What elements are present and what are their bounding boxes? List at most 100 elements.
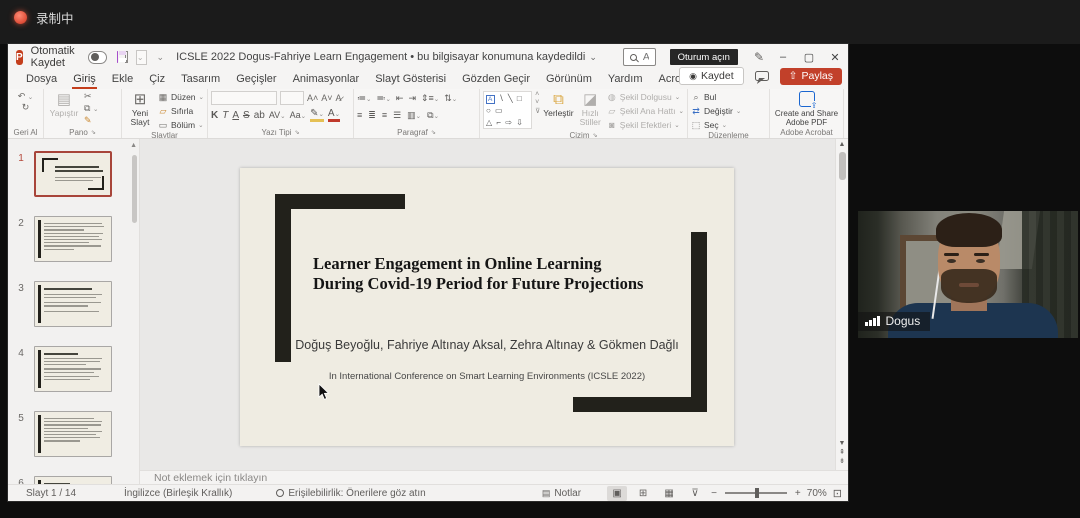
section-button[interactable]: ▭Bölüm ⌄ xyxy=(158,119,204,131)
ink-pen-icon[interactable]: ✎ xyxy=(754,50,764,64)
record-button[interactable]: ◉ Kaydet xyxy=(679,67,744,85)
line-spacing-icon[interactable]: ⇕≡⌄ xyxy=(421,93,439,104)
quick-access-customize-icon[interactable]: ⌄ xyxy=(157,52,165,63)
tab-animasyonlar[interactable]: Animasyonlar xyxy=(285,73,368,89)
tab-tasarim[interactable]: Tasarım xyxy=(173,73,228,89)
change-case-button[interactable]: Aa⌄ xyxy=(290,110,306,120)
slide-authors[interactable]: Doğuş Beyoğlu, Fahriye Altınay Aksal, Ze… xyxy=(240,338,734,352)
slide-thumbnail-3[interactable] xyxy=(34,281,112,327)
shape-effects-button[interactable]: ◙Şekil Efektleri ⌄ xyxy=(607,119,684,131)
new-slide-button[interactable]: ⊞ Yeni Slayt xyxy=(125,91,155,128)
tab-gecisler[interactable]: Geçişler xyxy=(228,73,284,89)
font-name-combo[interactable] xyxy=(211,91,277,105)
slide-thumbnail-4[interactable] xyxy=(34,346,112,392)
slide-title[interactable]: Learner Engagement in Online Learning Du… xyxy=(313,254,643,294)
tab-gozden-gecir[interactable]: Gözden Geçir xyxy=(454,73,538,89)
zoom-out-icon[interactable]: − xyxy=(711,488,717,499)
slide-thumbnail-1[interactable] xyxy=(34,151,112,197)
thumbnail-row-3[interactable]: 3 xyxy=(8,281,112,327)
zoom-level[interactable]: 70% xyxy=(807,488,827,499)
layout-button[interactable]: ▦Düzen ⌄ xyxy=(158,91,204,103)
font-dialog-launcher-icon[interactable]: ⇘ xyxy=(295,129,300,136)
acrobat-button[interactable]: Create and Share Adobe PDF xyxy=(773,109,840,127)
char-spacing-button[interactable]: AV⌄ xyxy=(269,110,286,120)
reading-view-button[interactable]: ▦ xyxy=(659,486,679,501)
autosave-control[interactable]: Otomatik Kaydet xyxy=(31,45,107,69)
slide-thumbnail-5[interactable] xyxy=(34,411,112,457)
slide-scrollbar[interactable]: ▲ ▼ ⇞ ⇟ xyxy=(835,139,848,470)
shapes-up-icon[interactable]: ˄ xyxy=(535,91,540,98)
align-left-icon[interactable]: ≡ xyxy=(357,110,362,120)
quick-styles-button[interactable]: ◪ Hızlı Stiller xyxy=(577,91,604,128)
thumbnail-row-4[interactable]: 4 xyxy=(8,346,112,392)
smartart-icon[interactable]: ⧉⌄ xyxy=(427,110,439,121)
notes-placeholder[interactable]: Not eklemek için tıklayın xyxy=(154,472,267,484)
search-input[interactable] xyxy=(643,51,649,63)
columns-icon[interactable]: ▥⌄ xyxy=(407,110,421,121)
shapes-more-icon[interactable]: ⊽ xyxy=(535,107,540,115)
thumbnail-row-5[interactable]: 5 xyxy=(8,411,112,457)
clipboard-dialog-launcher-icon[interactable]: ⇘ xyxy=(91,129,96,136)
paragraph-dialog-launcher-icon[interactable]: ⇘ xyxy=(431,129,436,136)
maximize-button[interactable]: ▢ xyxy=(796,45,822,69)
scrollbar-thumb[interactable] xyxy=(839,152,846,180)
shape-fill-button[interactable]: ◍Şekil Dolgusu ⌄ xyxy=(607,91,684,103)
notes-pane[interactable]: Not eklemek için tıklayın xyxy=(140,470,848,484)
shapes-gallery[interactable]: A ∖ ╲ □ ○ ▭△ ⌐ ⇨ ⇩ ⇧∿ ⌇ { } ☆ xyxy=(483,91,532,129)
shapes-down-icon[interactable]: ˅ xyxy=(535,99,540,106)
slide-canvas[interactable]: Learner Engagement in Online Learning Du… xyxy=(240,168,734,446)
thumbnail-row-6[interactable]: 6 xyxy=(8,476,112,484)
quick-access-combo[interactable]: ⌄ xyxy=(136,50,147,65)
font-color-button[interactable]: A⌄ xyxy=(328,108,340,122)
share-button[interactable]: ⇧ Paylaş xyxy=(780,68,842,85)
slide-editing-area[interactable]: Learner Engagement in Online Learning Du… xyxy=(140,139,848,470)
find-button[interactable]: ⌕Bul xyxy=(691,91,716,103)
strikethrough-button[interactable]: S xyxy=(243,110,250,121)
numbering-icon[interactable]: ≕⌄ xyxy=(376,93,390,104)
drawing-dialog-launcher-icon[interactable]: ⇘ xyxy=(592,132,597,139)
grow-font-icon[interactable]: A˄ xyxy=(307,93,318,104)
slide-thumbnail-2[interactable] xyxy=(34,216,112,262)
scroll-down-icon[interactable]: ▼ xyxy=(836,439,848,448)
slideshow-button[interactable]: ⊽ xyxy=(685,486,705,501)
save-icon[interactable] xyxy=(117,51,118,63)
scroll-up-icon[interactable]: ▲ xyxy=(836,141,848,148)
tab-ekle[interactable]: Ekle xyxy=(104,73,141,89)
increase-indent-icon[interactable]: ⇥ xyxy=(408,93,416,104)
text-direction-icon[interactable]: ⇅⌄ xyxy=(444,93,457,104)
slide-sorter-view-button[interactable]: ⊞ xyxy=(633,486,653,501)
reset-button[interactable]: ▱Sıfırla xyxy=(158,105,204,117)
next-slide-icon[interactable]: ⇟ xyxy=(836,457,848,466)
design-ideas-button[interactable]: Tasarım Fikirleri xyxy=(847,107,848,125)
document-title[interactable]: ICSLE 2022 Dogus-Fahriye Learn Engagemen… xyxy=(176,51,585,63)
text-shadow-button[interactable]: ab xyxy=(254,110,265,121)
justify-icon[interactable]: ☰ xyxy=(393,110,401,121)
previous-slide-icon[interactable]: ⇞ xyxy=(836,448,848,457)
replace-button[interactable]: ⇄Değiştir ⌄ xyxy=(691,105,741,117)
shape-outline-button[interactable]: ▱Şekil Ana Hattı ⌄ xyxy=(607,105,684,117)
language-status[interactable]: İngilizce (Birleşik Krallık) xyxy=(90,488,246,499)
select-button[interactable]: ⬚Seç ⌄ xyxy=(691,119,727,131)
tab-giris[interactable]: Giriş xyxy=(65,73,104,89)
align-center-icon[interactable]: ≣ xyxy=(368,110,376,121)
font-size-combo[interactable] xyxy=(280,91,304,105)
sign-in-button[interactable]: Oturum açın xyxy=(670,49,738,65)
tab-slayt-gosterisi[interactable]: Slayt Gösterisi xyxy=(367,73,454,89)
align-right-icon[interactable]: ≡ xyxy=(382,110,387,120)
zoom-in-icon[interactable]: + xyxy=(795,488,801,499)
italic-button[interactable]: T xyxy=(222,110,228,121)
minimize-button[interactable]: – xyxy=(770,45,796,69)
decrease-indent-icon[interactable]: ⇤ xyxy=(396,93,404,104)
tab-yardim[interactable]: Yardım xyxy=(600,73,651,89)
thumbnail-row-1[interactable]: 1 xyxy=(8,151,112,197)
zoom-slider[interactable] xyxy=(725,492,787,494)
bullets-icon[interactable]: ≔⌄ xyxy=(357,93,371,104)
undo-icon[interactable]: ↶ ⌄ xyxy=(18,91,34,102)
tab-gorunum[interactable]: Görünüm xyxy=(538,73,600,89)
cut-icon[interactable]: ✂ xyxy=(84,91,98,102)
arrange-button[interactable]: ⧉ Yerleştir xyxy=(543,91,573,118)
underline-button[interactable]: A xyxy=(232,110,239,121)
thumbnail-scroll-up-icon[interactable]: ▲ xyxy=(130,142,137,149)
tab-ciz[interactable]: Çiz xyxy=(141,73,173,89)
autosave-toggle[interactable] xyxy=(88,51,106,64)
